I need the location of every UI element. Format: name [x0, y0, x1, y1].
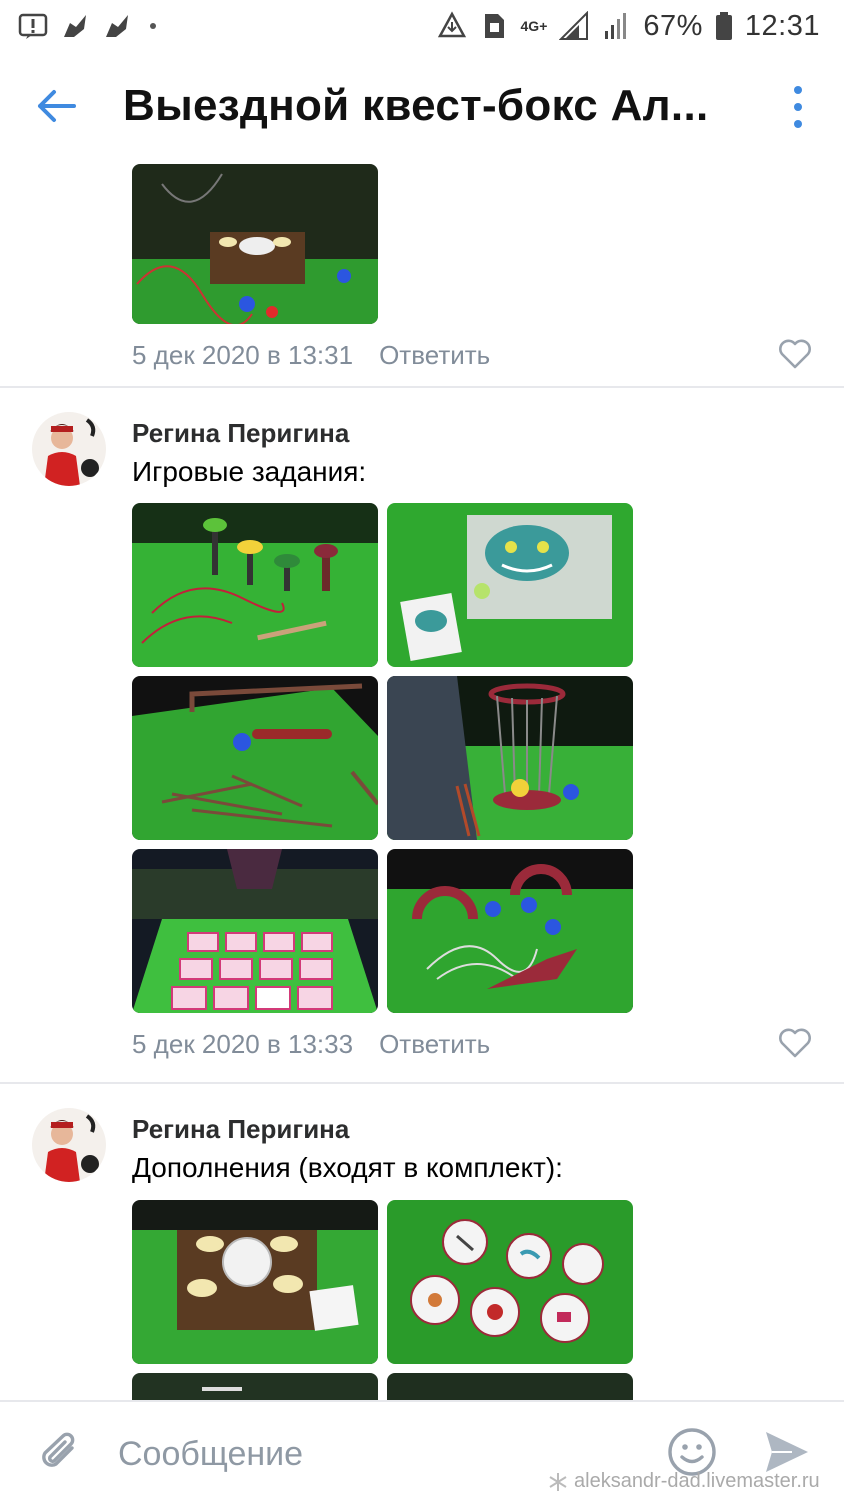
file-icon [484, 14, 504, 38]
signal-icon [605, 13, 627, 39]
arrow-left-icon [38, 90, 76, 122]
comment-photo[interactable] [132, 1373, 378, 1400]
comment-meta: 5 дек 2020 в 13:33 Ответить [132, 1029, 490, 1060]
clock: 12:31 [744, 9, 820, 42]
more-vertical-icon [794, 86, 802, 94]
avatar[interactable] [32, 412, 106, 486]
watermark: aleksandr-dad.livemaster.ru [548, 1470, 820, 1493]
comment-photo[interactable] [132, 676, 378, 840]
paperclip-icon[interactable] [36, 1428, 84, 1476]
more-button[interactable] [788, 86, 808, 128]
status-bar-left [18, 11, 156, 41]
comment-text: Дополнения (входят в комплект): [132, 1152, 563, 1183]
send-icon[interactable] [762, 1428, 812, 1476]
comment-photo[interactable] [387, 676, 633, 840]
comment-author[interactable]: Регина Перигина [132, 418, 349, 449]
comment-photo[interactable] [387, 503, 633, 667]
comment-author[interactable]: Регина Перигина [132, 1114, 349, 1145]
comment-date: 5 дек 2020 в 13:33 [132, 1029, 354, 1059]
reply-button[interactable]: Ответить [379, 1029, 490, 1060]
watermark-text: aleksandr-dad.livemaster.ru [574, 1470, 820, 1492]
notification-alert-icon [18, 13, 48, 39]
status-bar-right: 4G+ 67% 12:31 [437, 10, 820, 43]
comments-feed[interactable]: 5 дек 2020 в 13:31 Ответить Регина Периг… [0, 160, 844, 1400]
comment-photo[interactable] [132, 849, 378, 1013]
divider [0, 1082, 844, 1084]
battery-icon [715, 12, 732, 40]
comment-photo[interactable] [132, 1200, 378, 1364]
status-bar: 4G+ 67% 12:31 [0, 0, 844, 52]
comment-photo[interactable] [132, 164, 378, 324]
comment-photo[interactable] [387, 1200, 633, 1364]
back-button[interactable] [27, 76, 87, 136]
heart-icon[interactable] [778, 338, 812, 370]
app-notification-icon [64, 15, 86, 37]
snowflake-icon [549, 1472, 567, 1491]
data-saver-icon [437, 11, 466, 38]
battery-percent: 67% [643, 9, 703, 42]
app-header: Выездной квест-бокс Ал... [0, 52, 844, 160]
network-type: 4G+ [520, 18, 548, 34]
comment-photo[interactable] [387, 849, 633, 1013]
avatar[interactable] [32, 1108, 106, 1182]
divider [0, 386, 844, 388]
comment-photo[interactable] [132, 503, 378, 667]
comment-text: Игровые задания: [132, 456, 367, 487]
reply-button[interactable]: Ответить [379, 340, 490, 371]
more-notifications-dot [150, 23, 156, 29]
comment-meta: 5 дек 2020 в 13:31 Ответить [132, 340, 490, 371]
app-notification-icon [106, 15, 128, 37]
heart-icon[interactable] [778, 1027, 812, 1059]
page-title: Выездной квест-бокс Ал... [123, 81, 709, 130]
signal-icon [559, 11, 589, 40]
comment-photo[interactable] [387, 1373, 633, 1400]
comment-date: 5 дек 2020 в 13:31 [132, 340, 354, 370]
